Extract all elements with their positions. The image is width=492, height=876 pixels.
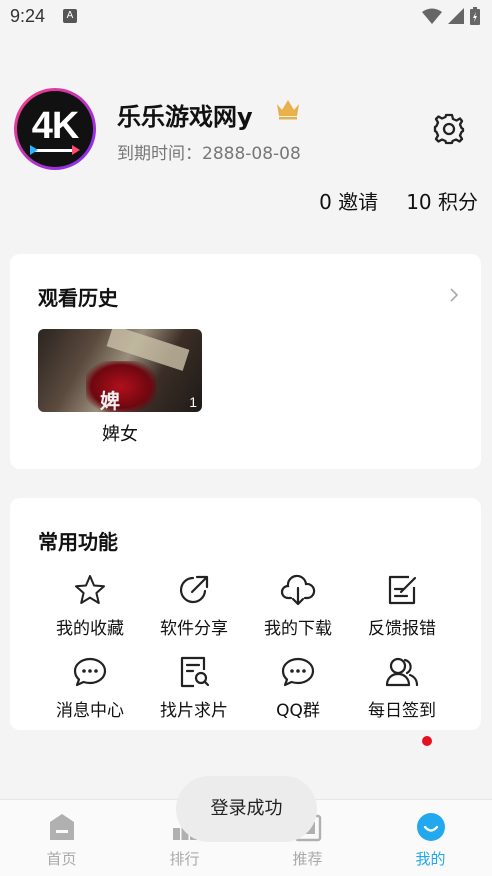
status-bar: 9:24 A: [0, 0, 492, 34]
settings-button[interactable]: [431, 111, 467, 147]
episode-badge: 1: [189, 394, 197, 410]
profile-header: 4K 乐乐游戏网y 到期时间：2888-08-08 0 邀请 10 积分: [0, 86, 492, 226]
downloads-button[interactable]: 我的下载: [246, 570, 350, 652]
users-icon: [385, 657, 419, 687]
history-item-thumbnail[interactable]: 婢 1: [38, 329, 202, 412]
battery-icon: [470, 7, 480, 25]
common-functions-card: 常用功能 我的收藏 软件分享 我的下载 反馈报错 消息中心 找片求片 QQ群 每…: [10, 498, 481, 746]
daily-checkin-label: 每日签到: [368, 701, 436, 721]
common-functions-title: 常用功能: [38, 530, 118, 554]
watch-history-title: 观看历史: [38, 286, 118, 310]
message-center-button[interactable]: 消息中心: [38, 652, 142, 734]
qq-group-label: QQ群: [276, 701, 320, 721]
qq-group-button[interactable]: QQ群: [246, 652, 350, 734]
tab-recommend-label: 推荐: [292, 850, 323, 868]
user-stats: 0 邀请 10 积分: [319, 186, 478, 215]
feedback-button[interactable]: 反馈报错: [350, 570, 454, 652]
request-movie-label: 找片求片: [160, 701, 228, 721]
message-icon: [73, 657, 107, 687]
share-app-label: 软件分享: [160, 619, 228, 639]
points-count[interactable]: 10 积分: [406, 186, 478, 215]
toast-message: 登录成功: [176, 776, 317, 842]
cloud-download-icon: [280, 574, 316, 606]
share-icon: [179, 575, 209, 604]
notification-badge: [422, 736, 432, 746]
profile-smile-icon: [416, 813, 445, 841]
wifi-icon: [422, 8, 442, 24]
tab-profile[interactable]: 我的: [369, 800, 492, 876]
message-center-label: 消息中心: [56, 701, 124, 721]
tab-profile-label: 我的: [415, 850, 446, 868]
tab-ranking-label: 排行: [169, 850, 200, 868]
search-document-icon: [180, 656, 210, 688]
favorites-button[interactable]: 我的收藏: [38, 570, 142, 652]
play-left-icon: [30, 145, 38, 155]
downloads-label: 我的下载: [264, 619, 332, 639]
history-item-title[interactable]: 婢女: [38, 420, 202, 446]
tab-home-label: 首页: [46, 850, 77, 868]
status-time: 9:24: [10, 6, 46, 26]
status-icons: [422, 6, 480, 26]
username: 乐乐游戏网y: [117, 103, 253, 131]
share-app-button[interactable]: 软件分享: [142, 570, 246, 652]
expiry-date: 到期时间：2888-08-08: [117, 144, 301, 164]
feedback-label: 反馈报错: [368, 619, 436, 639]
vip-crown-icon: [277, 100, 299, 120]
avatar-logo-text: 4K: [31, 105, 80, 147]
chevron-right-icon[interactable]: [449, 287, 459, 303]
invites-count[interactable]: 0 邀请: [319, 186, 378, 215]
avatar[interactable]: 4K: [14, 88, 96, 170]
chat-bubble-icon: [281, 657, 315, 687]
request-movie-button[interactable]: 找片求片: [142, 652, 246, 734]
star-icon: [75, 575, 105, 604]
gear-icon: [433, 113, 465, 145]
watch-history-card: 观看历史 婢 1 婢女: [10, 254, 481, 469]
signal-icon: [448, 8, 464, 24]
daily-checkin-button[interactable]: 每日签到: [350, 652, 454, 746]
thumbnail-title-art: 婢: [100, 389, 120, 412]
function-grid: 我的收藏 软件分享 我的下载 反馈报错 消息中心 找片求片 QQ群 每日签到: [38, 570, 454, 746]
tab-home[interactable]: 首页: [0, 800, 123, 876]
home-icon: [49, 814, 74, 840]
favorites-label: 我的收藏: [56, 619, 124, 639]
notification-icon: A: [63, 9, 77, 23]
play-right-icon: [72, 145, 80, 155]
thumbnail-artwork-red: [86, 361, 156, 412]
avatar-progress-bar: [35, 149, 75, 152]
feedback-edit-icon: [388, 575, 417, 605]
